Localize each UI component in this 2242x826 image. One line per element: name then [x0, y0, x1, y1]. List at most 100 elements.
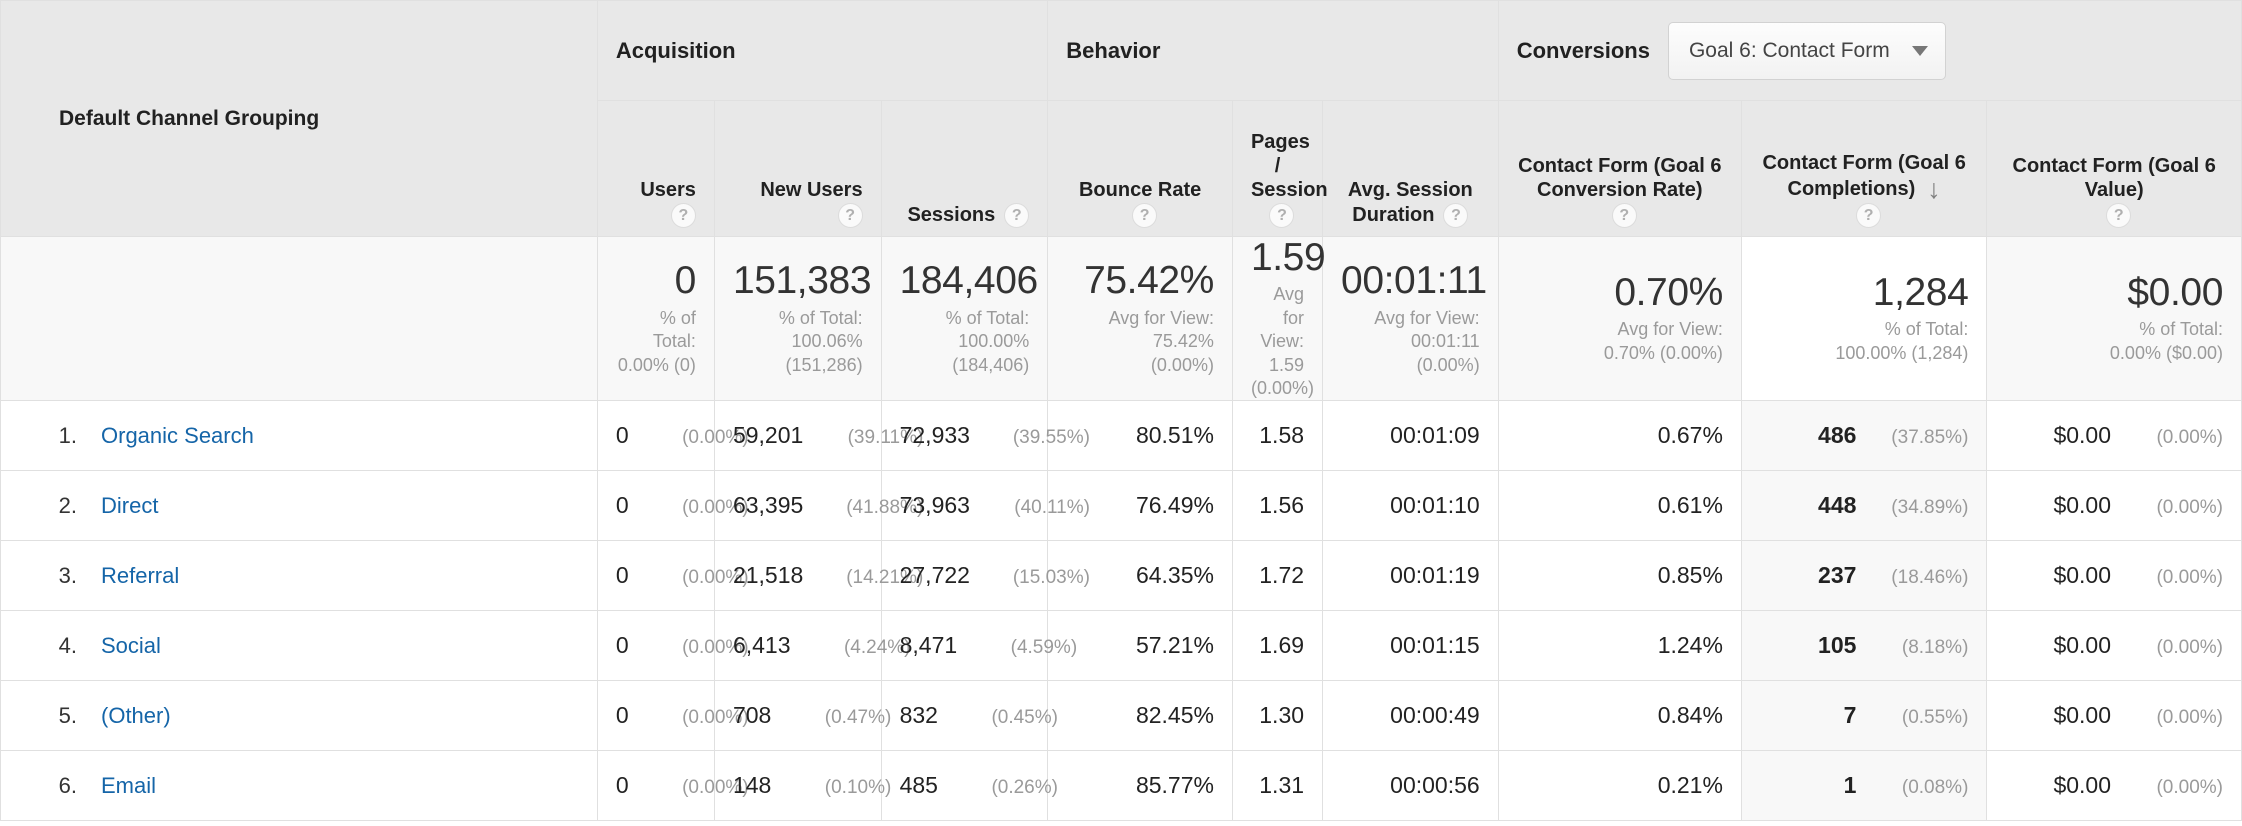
metric-value: 0 — [615, 562, 629, 589]
row-goal-completions-cell: 486 (37.85%) — [1740, 400, 1988, 472]
row-sessions-cell: 73,963 (40.11%) — [880, 470, 1090, 542]
help-icon[interactable]: ? — [2106, 203, 2132, 228]
row-sessions-cell: 72,933 (39.55%) — [880, 400, 1090, 472]
channel-link[interactable]: (Other) — [101, 703, 171, 728]
metric-percent: (0.10%) — [824, 777, 892, 799]
row-goal-completions-cell: 105 (8.18%) — [1740, 610, 1988, 682]
metric-percent: (4.24%) — [843, 637, 911, 659]
summary-bounce-rate: 75.42% Avg for View: 75.42% (0.00%) — [1047, 235, 1233, 402]
row-pages-session-cell: 1.31 — [1231, 750, 1324, 822]
table-row: 6. Email 0 (0.00%) 148 (0.10%) 485 (0.26%) 85.77… — [0, 750, 2242, 822]
channel-link[interactable]: Direct — [101, 493, 158, 518]
help-icon[interactable]: ? — [1443, 203, 1469, 228]
help-icon[interactable]: ? — [1132, 203, 1158, 228]
metric-percent: (4.59%) — [1010, 637, 1078, 659]
help-icon[interactable]: ? — [1269, 203, 1295, 228]
channel-link[interactable]: Organic Search — [101, 423, 254, 448]
column-header-users[interactable]: Users? — [596, 100, 715, 237]
column-header-avg-session-duration[interactable]: Avg. Session Duration? — [1322, 100, 1499, 237]
metric-value: 486 — [1818, 422, 1857, 449]
metric-value: 1.24% — [1657, 632, 1723, 659]
row-rank: 3. — [58, 562, 77, 588]
column-header-new-users[interactable]: New Users? — [713, 100, 882, 237]
metric-value: 0 — [615, 702, 629, 729]
metric-percent: (39.55%) — [1012, 427, 1090, 449]
row-rank: 6. — [58, 772, 77, 798]
row-goal-value-cell: $0.00 (0.00%) — [1986, 470, 2242, 542]
column-header-goal-completions[interactable]: Contact Form (Goal 6 Completions) ↓? — [1740, 100, 1988, 237]
summary-subtext: % of Total: 0.00% (0) — [617, 307, 696, 375]
summary-value: 151,383 — [732, 259, 872, 303]
metric-value: 76.49% — [1135, 492, 1214, 519]
help-icon[interactable]: ? — [1856, 203, 1882, 228]
summary-dimension-cell — [0, 235, 598, 402]
dimension-header[interactable]: Default Channel Grouping — [0, 0, 598, 237]
metric-value: $0.00 — [2053, 492, 2111, 519]
analytics-channel-table: Default Channel Grouping Acquisition Beh… — [0, 0, 2242, 826]
group-header-acquisition: Acquisition — [596, 0, 1049, 101]
row-goal-value-cell: $0.00 (0.00%) — [1986, 610, 2242, 682]
column-header-pages-session[interactable]: Pages / Session? — [1231, 100, 1328, 237]
metric-percent: (37.85%) — [1891, 427, 1969, 449]
metric-percent: (0.55%) — [1901, 707, 1969, 729]
metric-percent: (0.08%) — [1901, 777, 1969, 799]
row-users-cell: 0 (0.00%) — [596, 750, 749, 822]
channel-link[interactable]: Email — [101, 773, 156, 798]
metric-value: 1.30 — [1259, 702, 1305, 729]
metric-value: 00:01:09 — [1390, 422, 1480, 449]
column-header-bounce-rate[interactable]: Bounce Rate? — [1047, 100, 1233, 237]
help-icon[interactable]: ? — [1004, 203, 1030, 228]
row-new-users-cell: 708 (0.47%) — [713, 680, 891, 752]
metric-value: 0.84% — [1657, 702, 1723, 729]
metric-value: 485 — [899, 772, 938, 799]
row-dimension-cell: 5. (Other) — [0, 680, 598, 752]
goal-select-dropdown[interactable]: Goal 6: Contact Form — [1667, 21, 1946, 80]
summary-subtext: % of Total: 100.06% (151,286) — [778, 307, 863, 375]
metric-value: $0.00 — [2053, 772, 2111, 799]
metric-value: 0 — [615, 632, 629, 659]
row-sessions-cell: 832 (0.45%) — [880, 680, 1058, 752]
row-bounce-rate-cell: 85.77% — [1047, 750, 1233, 822]
help-icon[interactable]: ? — [1611, 203, 1637, 228]
summary-pages-session: 1.59 Avg for View: 1.59 (0.00%) — [1231, 235, 1326, 402]
row-goal-value-cell: $0.00 (0.00%) — [1986, 400, 2242, 472]
column-header-goal-conversion-rate[interactable]: Contact Form (Goal 6 Conversion Rate)? — [1497, 100, 1742, 237]
help-icon[interactable]: ? — [670, 203, 696, 228]
row-dimension-cell: 6. Email — [0, 750, 598, 822]
table-row: 4. Social 0 (0.00%) 6,413 (4.24%) 8,471 (4.59%)… — [0, 610, 2242, 682]
channel-link[interactable]: Referral — [101, 563, 179, 588]
summary-value: 1.59 — [1250, 236, 1326, 279]
metric-value: 63,395 — [732, 492, 804, 519]
channel-link[interactable]: Social — [101, 633, 161, 658]
summary-subtext: Avg for View: 1.59 (0.00%) — [1250, 284, 1314, 398]
metric-value: 0.85% — [1657, 562, 1723, 589]
metric-percent: (0.45%) — [991, 707, 1058, 729]
group-header-conversions: Conversions Goal 6: Contact Form — [1497, 0, 2242, 101]
row-goal-rate-cell: 0.61% — [1497, 470, 1742, 542]
metric-percent: (8.18%) — [1901, 637, 1969, 659]
row-goal-value-cell: $0.00 (0.00%) — [1986, 540, 2242, 612]
metric-value: 72,933 — [899, 422, 970, 449]
sort-descending-icon[interactable]: ↓ — [1927, 175, 1941, 203]
row-users-cell: 0 (0.00%) — [596, 470, 749, 542]
row-goal-rate-cell: 0.84% — [1497, 680, 1742, 752]
metric-percent: (0.26%) — [991, 777, 1058, 799]
row-pages-session-cell: 1.30 — [1231, 680, 1324, 752]
summary-subtext: % of Total: 100.00% (184,406) — [945, 307, 1030, 375]
column-header-goal-value[interactable]: Contact Form (Goal 6 Value)? — [1986, 100, 2242, 237]
row-users-cell: 0 (0.00%) — [596, 680, 749, 752]
metric-value: 0 — [615, 422, 629, 449]
column-label: Sessions — [907, 203, 996, 226]
summary-new-users: 151,383 % of Total: 100.06% (151,286) — [713, 235, 882, 402]
row-dimension-cell: 3. Referral — [0, 540, 598, 612]
metric-value: 1.69 — [1259, 632, 1305, 659]
metric-value: 80.51% — [1135, 422, 1214, 449]
table-row: 3. Referral 0 (0.00%) 21,518 (14.21%) 27,722 (1… — [0, 540, 2242, 612]
summary-subtext: Avg for View: 0.70% (0.00%) — [1603, 319, 1723, 363]
metric-value: 448 — [1818, 492, 1857, 519]
help-icon[interactable]: ? — [837, 203, 863, 228]
row-rank: 1. — [58, 422, 77, 448]
table-row: 1. Organic Search 0 (0.00%) 59,201 (39.11%) 72… — [0, 400, 2242, 472]
column-header-sessions[interactable]: Sessions? — [880, 100, 1049, 237]
row-sessions-cell: 27,722 (15.03%) — [880, 540, 1090, 612]
